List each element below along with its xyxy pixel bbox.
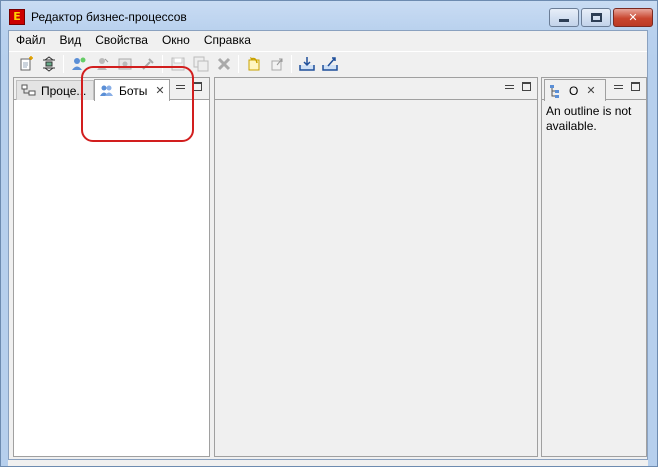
menu-bar: Файл Вид Свойства Окно Справка	[9, 31, 647, 50]
outline-view-controls	[614, 82, 640, 91]
title-bar[interactable]: E Редактор бизнес-процессов ✕	[1, 1, 657, 31]
tab-outline-label: O	[569, 83, 579, 98]
bot-connect-button[interactable]	[91, 53, 113, 75]
import-button[interactable]	[296, 53, 318, 75]
window-title: Редактор бизнес-процессов	[31, 10, 187, 24]
client-area: Файл Вид Свойства Окно Справка Проце... …	[8, 30, 648, 460]
process-tree-icon	[21, 84, 36, 95]
new-file-button[interactable]	[15, 53, 37, 75]
bot-tool-button[interactable]	[137, 53, 159, 75]
bot-tool-icon	[142, 57, 154, 70]
save-all-icon	[193, 56, 209, 71]
toolbar-separator	[63, 54, 64, 73]
save-icon	[171, 57, 185, 70]
bots-icon	[100, 85, 113, 96]
outline-message: An outline is not available.	[546, 104, 632, 133]
editor-area	[214, 77, 538, 457]
maximize-icon	[590, 13, 602, 22]
menu-file[interactable]: Файл	[9, 31, 53, 50]
bot-connect-icon	[97, 57, 109, 70]
window-controls: ✕	[549, 8, 653, 27]
tab-bots-label: Боты	[119, 83, 148, 98]
maximize-view-icon[interactable]	[193, 82, 202, 91]
editor-tabbar	[215, 78, 537, 100]
sync-button[interactable]	[38, 53, 60, 75]
outline-icon	[550, 84, 559, 98]
sync-icon	[43, 55, 55, 72]
close-icon: ✕	[628, 11, 638, 24]
menu-help[interactable]: Справка	[197, 31, 258, 50]
close-tab-icon[interactable]: ✕	[155, 84, 164, 97]
menu-properties[interactable]: Свойства	[88, 31, 155, 50]
outline-view: O ✕ An outline is not available.	[541, 77, 647, 457]
toolbar-separator	[162, 54, 163, 73]
undo-button[interactable]	[243, 53, 265, 75]
save-all-button[interactable]	[190, 53, 212, 75]
tab-outline[interactable]: O ✕	[544, 79, 606, 101]
tab-bots[interactable]: Боты ✕	[94, 79, 170, 101]
bot-edit-button[interactable]	[114, 53, 136, 75]
delete-button[interactable]	[213, 53, 235, 75]
deploy-button[interactable]	[319, 53, 341, 75]
menu-window[interactable]: Окно	[155, 31, 197, 50]
left-view: Проце... Боты ✕	[13, 77, 210, 457]
deploy-icon	[322, 56, 338, 71]
new-file-icon	[20, 55, 33, 70]
close-button[interactable]: ✕	[613, 8, 653, 27]
bot-add-button[interactable]	[68, 53, 90, 75]
status-bar	[8, 460, 648, 466]
toolbar-separator	[238, 54, 239, 73]
import-icon	[299, 56, 315, 71]
bot-edit-icon	[118, 58, 132, 69]
tab-processes[interactable]: Проце...	[16, 80, 94, 100]
minimize-view-icon[interactable]	[614, 82, 623, 91]
editor-controls	[505, 82, 531, 91]
minimize-view-icon[interactable]	[176, 82, 185, 91]
app-icon: E	[9, 9, 25, 25]
bot-add-icon	[72, 57, 86, 70]
maximize-view-icon[interactable]	[631, 82, 640, 91]
minimize-view-icon[interactable]	[505, 82, 514, 91]
undo-icon	[248, 56, 260, 70]
left-view-controls	[176, 82, 202, 91]
tab-processes-label: Проце...	[41, 83, 87, 98]
delete-icon	[217, 57, 231, 70]
minimize-button[interactable]	[549, 8, 579, 27]
minimize-icon	[559, 19, 569, 22]
toolbar	[9, 51, 647, 75]
toolbar-separator	[291, 54, 292, 73]
save-button[interactable]	[167, 53, 189, 75]
outline-tabbar: O ✕	[542, 78, 646, 101]
maximize-button[interactable]	[581, 8, 611, 27]
export-button[interactable]	[266, 53, 288, 75]
export-icon	[271, 58, 283, 70]
maximize-view-icon[interactable]	[522, 82, 531, 91]
close-tab-icon[interactable]: ✕	[586, 84, 595, 97]
left-view-tabbar: Проце... Боты ✕	[14, 78, 209, 101]
menu-view[interactable]: Вид	[53, 31, 89, 50]
